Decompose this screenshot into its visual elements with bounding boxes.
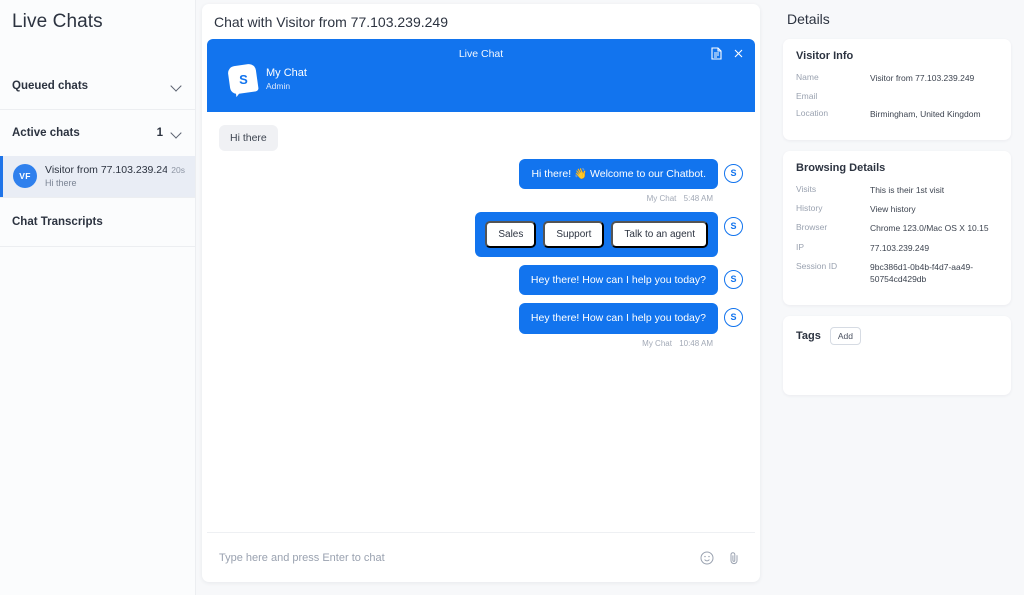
row-value: Birmingham, United Kingdom — [870, 109, 981, 120]
add-tag-button[interactable]: Add — [829, 326, 861, 345]
row-key: Browser — [796, 222, 828, 233]
message-meta: My Chat 10:48 AM — [219, 339, 713, 348]
bot-avatar-icon: S — [724, 164, 743, 183]
row-value: 9bc386d1-0b4b-f4d7-aa49-50754cd429db — [870, 261, 974, 285]
message-bubble-outgoing: Hey there! How can I help you today? — [518, 303, 718, 334]
paperclip-icon[interactable] — [726, 550, 741, 565]
message-bubble-outgoing: Hi there! 👋 Welcome to our Chatbot. — [519, 159, 718, 190]
visitor-info-row-location: Location Birmingham, United Kingdom — [796, 108, 998, 120]
brand-logo-icon: S — [227, 63, 259, 95]
message-meta: My Chat 5:48 AM — [219, 194, 713, 203]
quick-reply-sales[interactable]: Sales — [485, 221, 537, 249]
row-value: Chrome 123.0/Mac OS X 10.15 — [870, 223, 989, 234]
live-chat-app: Live Chats Queued chats Active chats 1 V… — [0, 0, 1024, 595]
brand-name: My Chat — [266, 67, 307, 79]
message-bubble-incoming: Hi there — [219, 125, 278, 151]
chat-card: Chat with Visitor from 77.103.239.249 Li… — [202, 4, 760, 582]
widget-title: Live Chat — [458, 48, 504, 60]
quick-reply-group: Sales Support Talk to an agent — [475, 212, 718, 258]
message-row: Hey there! How can I help you today? S — [219, 303, 743, 334]
tags-title: Tags — [796, 329, 821, 342]
active-chats-count: 1 — [156, 127, 163, 139]
widget-brand: S My Chat Admin — [227, 63, 307, 95]
active-chats-label: Active chats — [12, 127, 80, 139]
message-row: Hi there — [219, 125, 743, 151]
brand-logo-glyph: S — [238, 71, 248, 87]
sidebar-title: Live Chats — [12, 11, 103, 32]
message-row: Hi there! 👋 Welcome to our Chatbot. S — [219, 159, 743, 190]
browsing-row-history: History View history — [796, 203, 998, 215]
sidebar-section-active: Active chats 1 VF Visitor from 77.103.23… — [0, 110, 195, 198]
composer — [207, 532, 755, 582]
message-input[interactable] — [219, 551, 699, 564]
bot-avatar-icon: S — [724, 270, 743, 290]
browsing-details-title: Browsing Details — [796, 161, 886, 174]
row-key: Email — [796, 91, 818, 102]
row-key: Visits — [796, 183, 817, 194]
queued-chats-label: Queued chats — [12, 80, 89, 92]
message-list: Hi there Hi there! 👋 Welcome to our Chat… — [207, 112, 755, 532]
queued-chats-header[interactable]: Queued chats — [0, 63, 195, 109]
details-panel: Details Visitor Info Name Visitor from 7… — [770, 0, 1024, 595]
chat-widget: Live Chat S My Chat Admin Hi there Hi th… — [207, 39, 755, 582]
visitor-info-row-email: Email — [796, 91, 998, 101]
browsing-row-browser: Browser Chrome 123.0/Mac OS X 10.15 — [796, 222, 998, 234]
row-value: 77.103.239.249 — [870, 242, 930, 253]
close-icon[interactable] — [732, 47, 745, 60]
browsing-details-card: Browsing Details Visits This is their 1s… — [783, 150, 1011, 305]
row-value: Visitor from 77.103.239.249 — [870, 73, 975, 83]
message-sender: My Chat — [646, 194, 677, 204]
chat-transcripts-label: Chat Transcripts — [12, 216, 103, 228]
list-item-time: 20s — [171, 165, 185, 175]
quick-reply-talk-to-an-agent[interactable]: Talk to an agent — [611, 221, 708, 249]
quick-reply-support[interactable]: Support — [543, 221, 605, 249]
browsing-row-session-id: Session ID 9bc386d1-0b4b-f4d7-aa49-50754… — [796, 261, 998, 286]
message-bubble-outgoing: Hey there! How can I help you today? — [518, 265, 718, 296]
emoji-icon[interactable] — [699, 550, 714, 565]
sidebar-section-transcripts: Chat Transcripts — [0, 198, 195, 247]
row-key: Session ID — [796, 260, 838, 271]
message-time: 5:48 AM — [683, 194, 713, 204]
document-icon[interactable] — [710, 47, 723, 60]
chat-widget-header: Live Chat S My Chat Admin — [207, 39, 755, 112]
row-key: IP — [796, 241, 805, 252]
chevron-down-icon — [171, 80, 183, 92]
chevron-down-icon — [171, 127, 183, 139]
browsing-row-visits: Visits This is their 1st visit — [796, 184, 998, 196]
details-title: Details — [787, 11, 830, 27]
list-item[interactable]: VF Visitor from 77.103.239.249 20s Hi th… — [0, 156, 195, 197]
active-chats-header[interactable]: Active chats 1 — [0, 110, 195, 156]
list-item-preview: Hi there — [45, 178, 77, 188]
message-row: Hey there! How can I help you today? S — [219, 265, 743, 296]
view-history-link[interactable]: View history — [870, 203, 998, 215]
brand-role: Admin — [266, 81, 291, 91]
browsing-row-ip: IP 77.103.239.249 — [796, 242, 998, 254]
visitor-info-title: Visitor Info — [796, 50, 854, 62]
sidebar-section-queued: Queued chats — [0, 63, 195, 110]
message-sender: My Chat — [642, 338, 672, 348]
tags-card: Tags Add — [783, 315, 1011, 395]
sidebar-item-chat-transcripts[interactable]: Chat Transcripts — [0, 198, 195, 246]
visitor-info-card: Visitor Info Name Visitor from 77.103.23… — [783, 39, 1011, 140]
list-item-name: Visitor from 77.103.239.249 — [45, 164, 168, 176]
row-value: This is their 1st visit — [870, 184, 945, 195]
avatar: VF — [13, 164, 37, 188]
sidebar: Live Chats Queued chats Active chats 1 V… — [0, 0, 196, 595]
bot-avatar-icon: S — [724, 217, 743, 237]
message-time: 10:48 AM — [679, 338, 713, 348]
message-row-quick-replies: Sales Support Talk to an agent S — [219, 212, 743, 258]
chat-panel: Chat with Visitor from 77.103.239.249 Li… — [196, 0, 770, 595]
bot-avatar-icon: S — [724, 308, 743, 328]
page-title: Chat with Visitor from 77.103.239.249 — [214, 14, 448, 30]
row-key: Name — [796, 72, 819, 82]
row-key: History — [796, 202, 823, 213]
visitor-info-row-name: Name Visitor from 77.103.239.249 — [796, 72, 998, 84]
row-key: Location — [796, 108, 829, 119]
tags-list — [796, 353, 998, 383]
